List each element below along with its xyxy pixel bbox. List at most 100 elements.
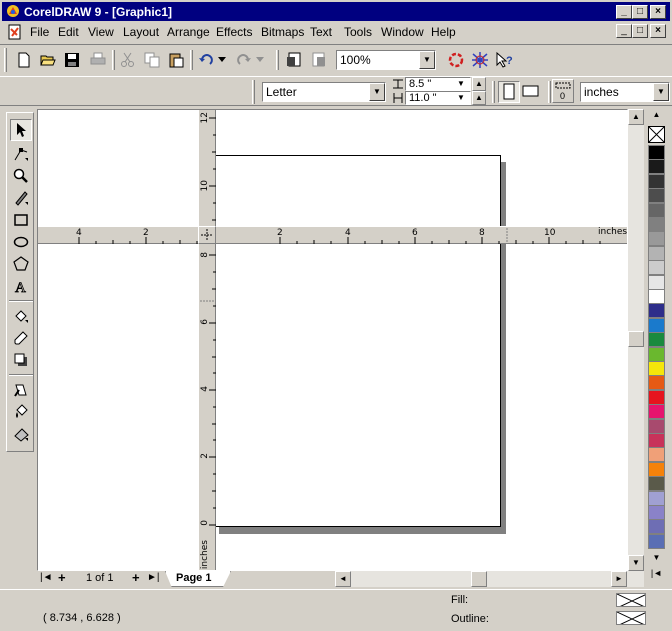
vertical-ruler[interactable]: 12 10 8 6 4 2 0 inches: [198, 110, 216, 570]
interactive-fill-icon[interactable]: [10, 305, 32, 327]
ruler-origin[interactable]: [198, 226, 216, 244]
export-icon[interactable]: [308, 50, 328, 70]
menu-arrange[interactable]: Arrange: [167, 25, 210, 39]
doc-minimize-button[interactable]: _: [616, 24, 632, 38]
corel-online-icon[interactable]: [470, 50, 490, 70]
polygon-tool-icon[interactable]: [10, 253, 32, 275]
color-swatch[interactable]: [648, 217, 665, 232]
landscape-button[interactable]: [521, 81, 543, 103]
whats-this-help-icon[interactable]: ?: [494, 50, 514, 70]
eyedropper-icon[interactable]: [10, 327, 32, 349]
horizontal-scrollbar[interactable]: ◄ ►: [335, 571, 644, 587]
palette-scroll-up-icon[interactable]: ▲: [649, 110, 664, 122]
undo-dropdown-icon[interactable]: [216, 50, 228, 70]
chevron-down-icon[interactable]: ▼: [419, 51, 435, 69]
scroll-down-icon[interactable]: ▼: [628, 555, 644, 571]
pick-tool-icon[interactable]: [10, 119, 32, 141]
text-tool-icon[interactable]: A: [10, 275, 32, 297]
color-swatch[interactable]: [648, 505, 665, 520]
outline-swatch[interactable]: [616, 611, 646, 625]
portrait-button[interactable]: [498, 81, 520, 103]
color-swatch[interactable]: [648, 404, 665, 420]
color-swatch[interactable]: [648, 533, 665, 549]
color-swatch[interactable]: [648, 332, 665, 348]
color-swatch[interactable]: [648, 519, 665, 535]
color-swatch[interactable]: [648, 188, 665, 204]
menu-tools[interactable]: Tools: [344, 25, 372, 39]
color-swatch[interactable]: [648, 375, 665, 391]
color-swatch[interactable]: [648, 303, 665, 319]
paper-type-combo[interactable]: Letter ▼: [262, 82, 386, 102]
interactive-shadow-icon[interactable]: [10, 349, 32, 371]
close-button[interactable]: ×: [650, 5, 666, 19]
menu-view[interactable]: View: [88, 25, 114, 39]
save-icon[interactable]: [62, 50, 82, 70]
open-icon[interactable]: [38, 50, 58, 70]
scroll-up-icon[interactable]: ▲: [628, 109, 644, 125]
redo-icon[interactable]: [234, 50, 254, 70]
color-swatch[interactable]: [648, 389, 665, 405]
copy-icon[interactable]: [142, 50, 162, 70]
menu-text[interactable]: Text: [310, 25, 332, 39]
color-swatch[interactable]: [648, 433, 665, 448]
minimize-button[interactable]: _: [616, 5, 632, 19]
add-page-before-icon[interactable]: +: [58, 570, 66, 585]
menu-window[interactable]: Window: [381, 25, 424, 39]
drawing-workspace[interactable]: 4 2 2 4 6 8 10 inches 12 10 8 6 4 2 0 in…: [37, 109, 628, 571]
menu-file[interactable]: File: [30, 25, 49, 39]
import-icon[interactable]: [284, 50, 304, 70]
paste-icon[interactable]: [166, 50, 186, 70]
color-swatch[interactable]: [648, 274, 665, 290]
color-swatch[interactable]: [648, 245, 665, 261]
color-swatch[interactable]: [648, 447, 665, 463]
interactive-fill-tool-icon[interactable]: [10, 423, 32, 445]
color-swatch[interactable]: [648, 346, 665, 362]
chevron-down-icon[interactable]: ▼: [369, 83, 385, 101]
toolbar-grip[interactable]: [252, 80, 255, 104]
color-swatch[interactable]: [648, 231, 665, 247]
color-swatch[interactable]: [648, 490, 665, 506]
fill-swatch[interactable]: [616, 593, 646, 607]
color-swatch[interactable]: [648, 145, 665, 160]
shape-tool-icon[interactable]: [10, 143, 32, 165]
no-color-swatch[interactable]: [648, 126, 665, 143]
color-swatch[interactable]: [648, 159, 665, 175]
cut-icon[interactable]: [118, 50, 138, 70]
horizontal-scroll-thumb[interactable]: [471, 571, 487, 587]
color-swatch[interactable]: [648, 260, 665, 276]
color-swatch[interactable]: [648, 202, 665, 218]
application-launcher-icon[interactable]: [446, 50, 466, 70]
paper-width-spinner[interactable]: ▲: [472, 77, 486, 91]
ellipse-tool-icon[interactable]: [10, 231, 32, 253]
fill-tool-icon[interactable]: [10, 401, 32, 423]
paper-width-dropdown-icon[interactable]: ▼: [457, 78, 469, 90]
drawing-page[interactable]: [214, 155, 501, 527]
menu-help[interactable]: Help: [431, 25, 456, 39]
add-page-after-icon[interactable]: +: [132, 570, 140, 585]
maximize-button[interactable]: □: [632, 5, 648, 19]
paper-height-dropdown-icon[interactable]: ▼: [457, 92, 469, 104]
first-page-icon[interactable]: |◄: [40, 572, 53, 583]
zoom-combo[interactable]: 100% ▼: [336, 50, 436, 70]
color-swatch[interactable]: [648, 173, 665, 189]
undo-icon[interactable]: [196, 50, 216, 70]
palette-scroll-down-icon[interactable]: ▼: [649, 553, 664, 565]
outline-tool-icon[interactable]: [10, 379, 32, 401]
zoom-tool-icon[interactable]: [10, 165, 32, 187]
menu-edit[interactable]: Edit: [58, 25, 79, 39]
color-swatch[interactable]: [648, 361, 665, 376]
paper-height-spinner[interactable]: ▲: [472, 91, 486, 105]
horizontal-ruler[interactable]: 4 2 2 4 6 8 10 inches: [38, 226, 627, 244]
rectangle-tool-icon[interactable]: [10, 209, 32, 231]
chevron-down-icon[interactable]: ▼: [653, 83, 669, 101]
toolbar-grip[interactable]: [4, 48, 7, 72]
scroll-right-icon[interactable]: ►: [611, 571, 627, 587]
last-page-icon[interactable]: ►|: [147, 572, 160, 583]
palette-expand-icon[interactable]: |◄: [649, 568, 664, 580]
color-swatch[interactable]: [648, 289, 665, 304]
vertical-scroll-thumb[interactable]: [628, 331, 644, 347]
scroll-left-icon[interactable]: ◄: [335, 571, 351, 587]
color-swatch[interactable]: [648, 418, 665, 434]
freehand-tool-icon[interactable]: [10, 187, 32, 209]
doc-close-button[interactable]: ×: [650, 24, 666, 38]
